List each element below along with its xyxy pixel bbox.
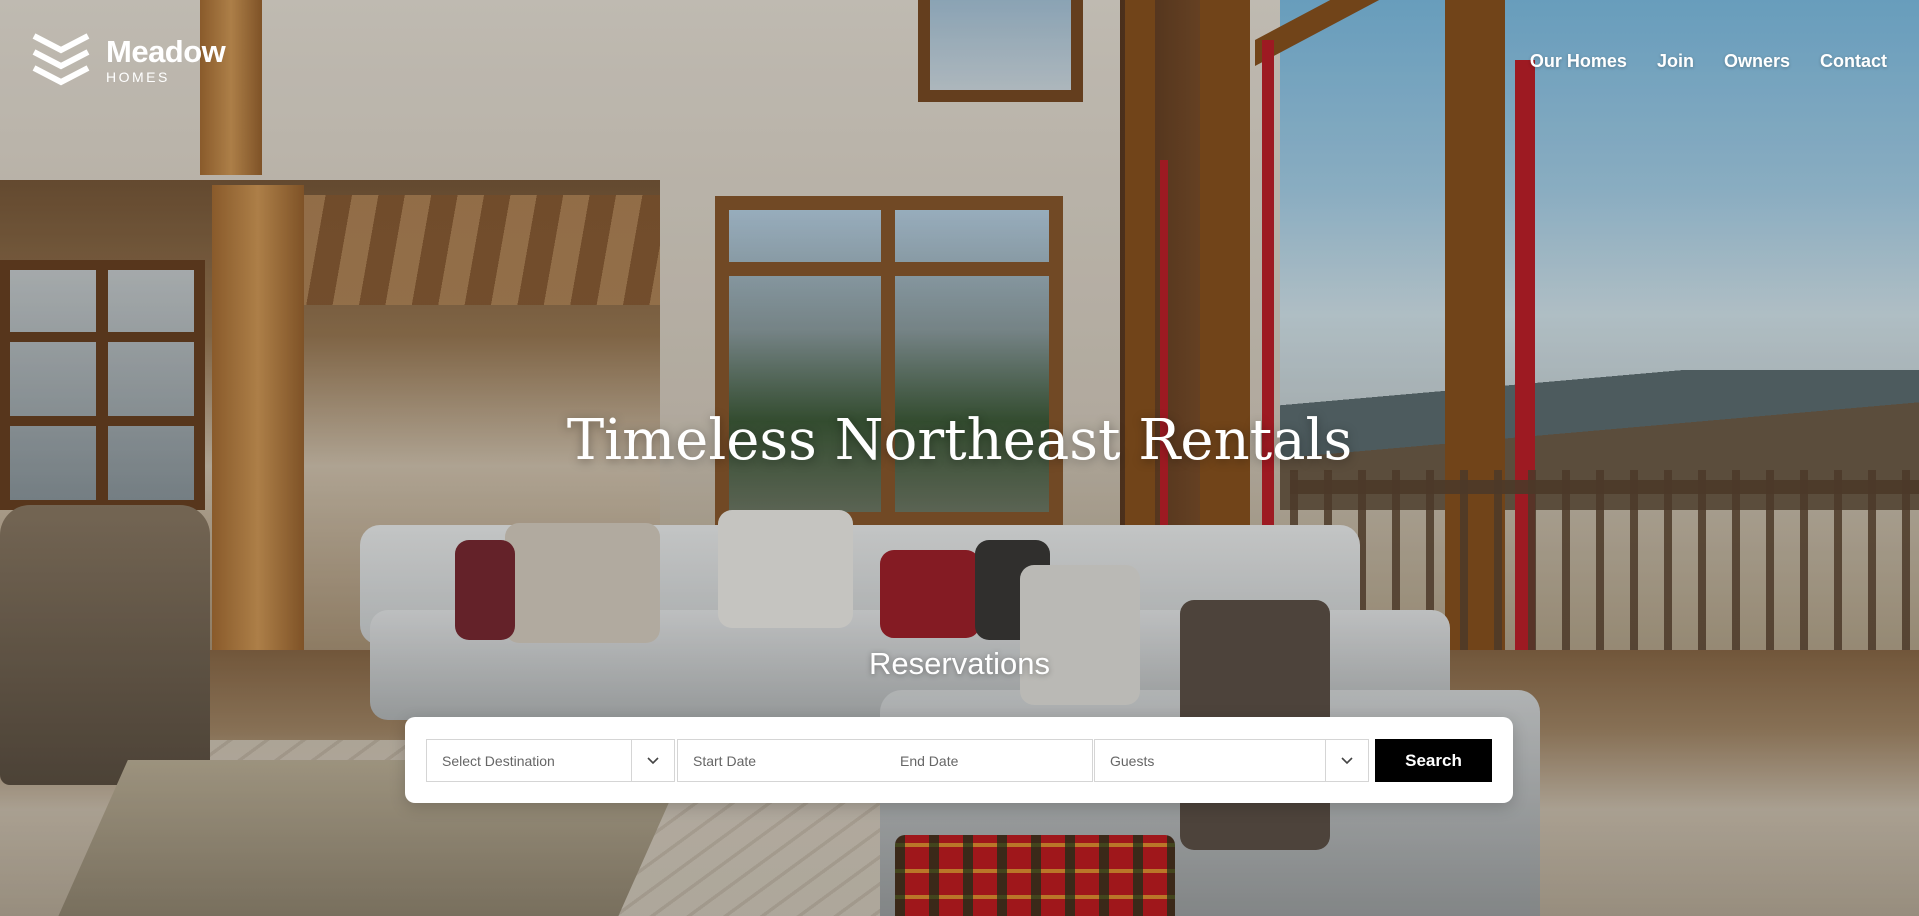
chevron-down-icon[interactable] xyxy=(1325,740,1368,781)
reservation-panel: Select Destination Start Date End Date G… xyxy=(405,717,1513,803)
chevrons-logo-icon xyxy=(32,33,90,86)
main-nav: Our Homes Join Owners Contact xyxy=(1530,51,1887,72)
destination-placeholder: Select Destination xyxy=(442,752,555,769)
end-date-placeholder: End Date xyxy=(900,752,959,769)
guests-select[interactable]: Guests xyxy=(1094,739,1369,782)
nav-link-our-homes[interactable]: Our Homes xyxy=(1530,51,1627,72)
hero-headline: Timeless Northeast Rentals xyxy=(566,408,1353,473)
chevron-down-icon[interactable] xyxy=(631,740,674,781)
nav-link-owners[interactable]: Owners xyxy=(1724,51,1790,72)
end-date-field[interactable]: End Date xyxy=(885,739,1093,782)
brand-subtitle: HOMES xyxy=(106,69,170,85)
destination-select[interactable]: Select Destination xyxy=(426,739,675,782)
nav-link-contact[interactable]: Contact xyxy=(1820,51,1887,72)
start-date-placeholder: Start Date xyxy=(693,752,757,769)
nav-link-join[interactable]: Join xyxy=(1657,51,1694,72)
reservations-heading: Reservations xyxy=(869,646,1050,681)
search-button[interactable]: Search xyxy=(1375,739,1492,782)
brand-name: Meadow xyxy=(106,34,226,69)
brand-logo[interactable]: Meadow HOMES xyxy=(30,32,226,88)
start-date-field[interactable]: Start Date xyxy=(677,739,885,782)
guests-placeholder: Guests xyxy=(1110,752,1155,769)
